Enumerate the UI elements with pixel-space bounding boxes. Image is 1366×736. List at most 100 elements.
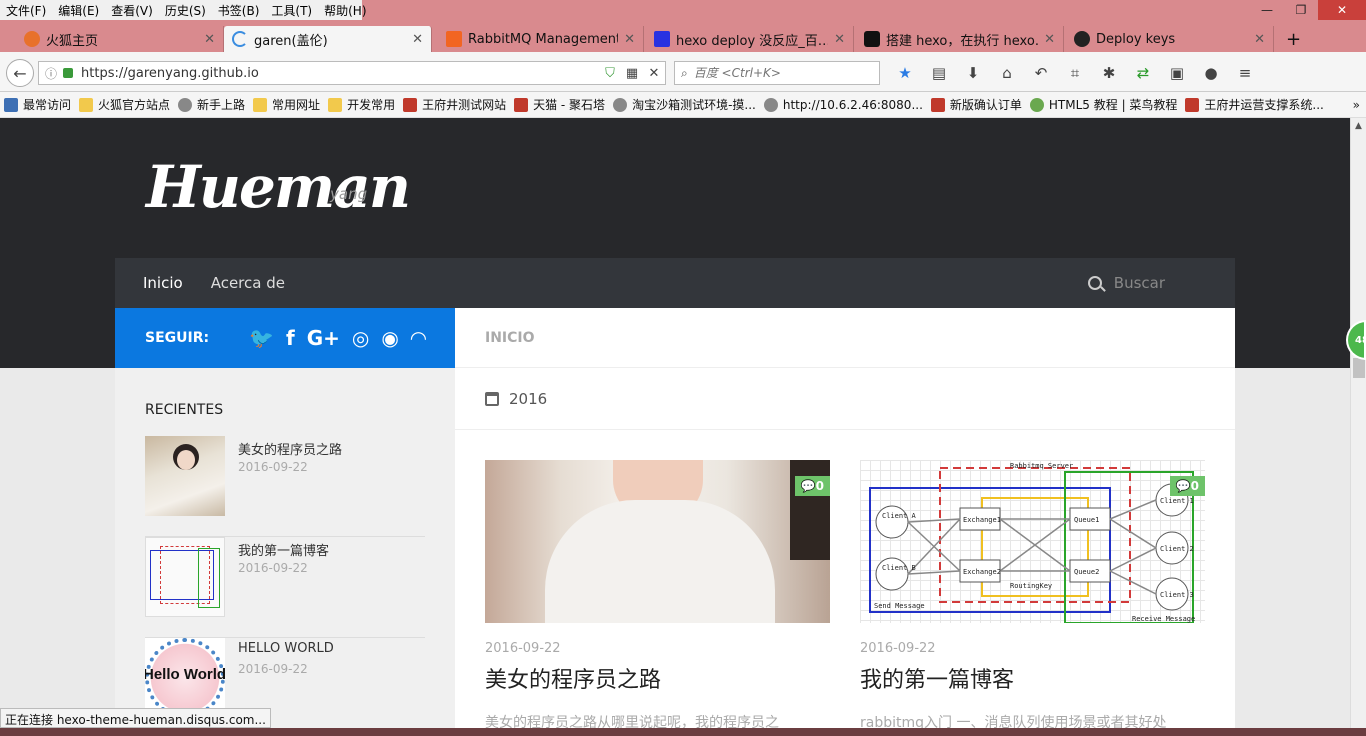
menu-edit[interactable]: 编辑(E) xyxy=(52,2,105,19)
tab-firefox-home[interactable]: 火狐主页 ✕ xyxy=(16,26,224,52)
tab-strip: 火狐主页 ✕ garen(盖伦) ✕ RabbitMQ Management ✕… xyxy=(0,26,1366,52)
screenshot-icon[interactable]: ▣ xyxy=(1160,64,1194,82)
tab-close-icon[interactable]: ✕ xyxy=(834,32,845,47)
site-search[interactable]: Buscar xyxy=(1087,274,1165,292)
tab-close-icon[interactable]: ✕ xyxy=(412,32,423,47)
status-bar: 正在连接 hexo-theme-hueman.disqus.com... xyxy=(0,708,271,728)
bookmark-item[interactable]: 天猫 - 聚石塔 xyxy=(514,96,605,113)
menu-file[interactable]: 文件(F) xyxy=(0,2,52,19)
tab-deploy-keys[interactable]: Deploy keys ✕ xyxy=(1066,26,1274,52)
comment-count-badge[interactable]: 💬0 xyxy=(1169,476,1205,496)
recent-thumbnail[interactable]: Hello World xyxy=(145,638,225,718)
bookmark-item[interactable]: 王府井运营支撑系统... xyxy=(1185,96,1324,113)
menu-history[interactable]: 历史(S) xyxy=(159,2,212,19)
post-thumbnail[interactable]: Rabbitmq Server Client A Client B Exchan… xyxy=(860,460,1205,623)
crop-icon[interactable]: ⌗ xyxy=(1058,64,1092,82)
recent-thumbnail[interactable] xyxy=(145,436,225,516)
stop-icon[interactable]: ✕ xyxy=(643,62,665,84)
svg-text:Client B: Client B xyxy=(882,564,916,572)
bookmark-label: 新手上路 xyxy=(197,98,246,112)
tab-close-icon[interactable]: ✕ xyxy=(1044,32,1055,47)
info-icon[interactable]: ⓘ xyxy=(45,65,57,82)
bookmarks-overflow-icon[interactable]: » xyxy=(1353,98,1360,112)
loading-icon xyxy=(232,31,248,47)
archive-year: 2016 xyxy=(455,368,1235,430)
bookmark-item[interactable]: HTML5 教程 | 菜鸟教程 xyxy=(1029,96,1177,113)
close-window-button[interactable]: ✕ xyxy=(1318,0,1366,20)
tab-hexo-setup[interactable]: 搭建 hexo，在执行 hexo… ✕ xyxy=(856,26,1064,52)
qr-code-icon[interactable]: ▦ xyxy=(621,62,643,84)
bookmark-item[interactable]: 新版确认订单 xyxy=(930,96,1022,113)
download-icon[interactable]: ⬇ xyxy=(956,64,990,82)
menu-tools[interactable]: 工具(T) xyxy=(265,2,318,19)
bookmark-star-icon[interactable]: ★ xyxy=(888,64,922,82)
url-bar[interactable]: ⓘ ⛉ ▦ ✕ xyxy=(38,61,666,85)
tab-baidu[interactable]: hexo deploy 没反应_百… ✕ xyxy=(646,26,854,52)
scroll-up-icon[interactable]: ▲ xyxy=(1351,118,1366,134)
extension-icon[interactable]: ✱ xyxy=(1092,64,1126,82)
recent-post[interactable]: 美女的程序员之路 2016-09-22 xyxy=(145,436,425,537)
comment-count-badge[interactable]: 💬0 xyxy=(794,476,830,496)
firefox-icon xyxy=(24,31,40,47)
bookmark-item[interactable]: http://10.6.2.46:8080... xyxy=(763,97,923,112)
bookmark-item[interactable]: 常用网址 xyxy=(253,96,320,113)
post-thumbnail[interactable]: 💬0 xyxy=(485,460,830,623)
page-scrollbar[interactable]: ▲ xyxy=(1350,118,1366,736)
home-icon[interactable]: ⌂ xyxy=(990,64,1024,82)
back-button[interactable]: ← xyxy=(6,59,34,87)
menu-bookmarks[interactable]: 书签(B) xyxy=(212,2,266,19)
post-title[interactable]: 美女的程序员之路 xyxy=(485,662,830,694)
github-icon[interactable]: ◎ xyxy=(352,326,369,350)
rss-icon[interactable]: ◠ xyxy=(411,326,426,350)
chat-icon[interactable]: ● xyxy=(1194,64,1228,82)
search-input[interactable] xyxy=(693,66,879,80)
bookmark-item[interactable]: 开发常用 xyxy=(328,96,395,113)
facebook-icon[interactable]: f xyxy=(286,326,295,350)
baidu-icon xyxy=(654,31,670,47)
google-plus-icon[interactable]: G+ xyxy=(307,326,340,350)
nav-acerca-de[interactable]: Acerca de xyxy=(211,274,285,292)
sync-icon[interactable]: ⇄ xyxy=(1126,64,1160,82)
nav-inicio[interactable]: Inicio xyxy=(143,274,183,292)
scroll-thumb[interactable] xyxy=(1353,358,1365,378)
rabbitmq-diagram: Rabbitmq Server Client A Client B Exchan… xyxy=(869,462,1195,623)
menu-view[interactable]: 查看(V) xyxy=(105,2,159,19)
hamburger-menu-icon[interactable]: ≡ xyxy=(1228,64,1262,82)
comment-count: 0 xyxy=(815,479,824,493)
recent-title[interactable]: 我的第一篇博客 xyxy=(238,540,329,559)
url-input[interactable] xyxy=(81,65,599,81)
bookmark-item[interactable]: 新手上路 xyxy=(178,96,245,113)
tab-rabbitmq[interactable]: RabbitMQ Management ✕ xyxy=(438,26,644,52)
weibo-icon[interactable]: ◉ xyxy=(381,326,398,350)
site-search-placeholder: Buscar xyxy=(1113,274,1165,292)
tab-close-icon[interactable]: ✕ xyxy=(624,32,635,47)
site-logo[interactable]: Hueman xyxy=(146,153,411,221)
twitter-icon[interactable]: 🐦 xyxy=(249,326,274,350)
undo-icon[interactable]: ↶ xyxy=(1024,64,1058,82)
bookmark-item[interactable]: 王府井测试网站 xyxy=(403,96,506,113)
shield-icon[interactable]: ⛉ xyxy=(599,62,621,84)
bookmark-item[interactable]: 火狐官方站点 xyxy=(79,96,170,113)
site-icon xyxy=(403,97,418,112)
svg-text:Client A: Client A xyxy=(882,512,917,520)
bookmark-item[interactable]: 最常访问 xyxy=(4,96,71,113)
recent-thumbnail[interactable] xyxy=(145,537,225,617)
bookmark-label: 开发常用 xyxy=(347,98,396,112)
tab-close-icon[interactable]: ✕ xyxy=(204,32,215,47)
minimize-button[interactable]: — xyxy=(1250,0,1284,20)
reading-list-icon[interactable]: ▤ xyxy=(922,64,956,82)
tab-close-icon[interactable]: ✕ xyxy=(1254,32,1265,47)
globe-icon xyxy=(613,97,628,112)
post-title[interactable]: 我的第一篇博客 xyxy=(860,662,1205,694)
post-date: 2016-09-22 xyxy=(485,641,561,656)
recent-title[interactable]: 美女的程序员之路 xyxy=(238,439,342,458)
recent-post[interactable]: 我的第一篇博客 2016-09-22 xyxy=(145,537,425,638)
recent-title[interactable]: HELLO WORLD xyxy=(238,641,334,656)
maximize-button[interactable]: ❐ xyxy=(1284,0,1318,20)
bookmark-item[interactable]: 淘宝沙箱测试环境-摸... xyxy=(613,96,756,113)
taskbar xyxy=(0,728,1366,736)
menu-help[interactable]: 帮助(H) xyxy=(318,2,372,19)
new-tab-button[interactable]: + xyxy=(1278,26,1308,52)
search-bar[interactable]: ⌕ xyxy=(674,61,880,85)
tab-garen[interactable]: garen(盖伦) ✕ xyxy=(224,26,432,52)
